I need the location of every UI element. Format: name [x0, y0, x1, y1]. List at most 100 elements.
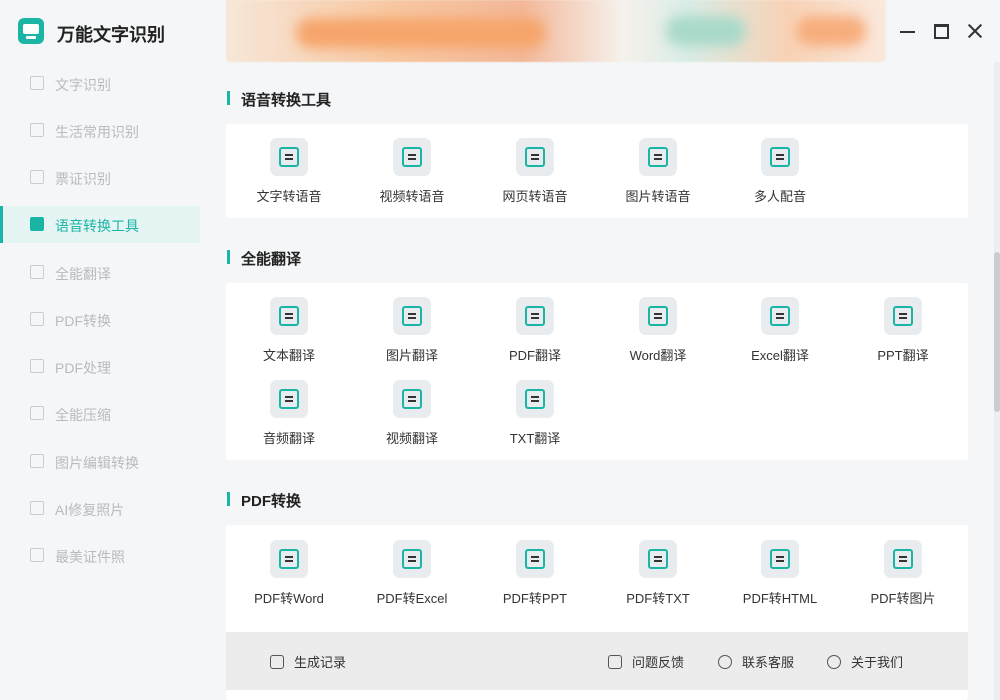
- scrollbar-thumb[interactable]: [994, 252, 1000, 412]
- voice-tools-card: 文字转语音 视频转语音 网页转语音 图片转语音 多人配音: [226, 124, 968, 218]
- maximize-icon[interactable]: [930, 20, 952, 42]
- text-scan-icon: [30, 76, 44, 90]
- audio-translate-icon: [270, 380, 308, 418]
- tool-multi-voice[interactable]: 多人配音: [725, 138, 835, 205]
- tool-label: PDF转PPT: [502, 591, 568, 606]
- video-to-speech-icon: [393, 138, 431, 176]
- web-to-speech-icon: [516, 138, 554, 176]
- ppt-translate-icon: [884, 297, 922, 335]
- sidebar-item-compress[interactable]: 全能压缩: [0, 395, 200, 432]
- info-icon: [827, 655, 841, 669]
- history-label: 生成记录: [294, 655, 347, 670]
- tool-label: Word翻译: [629, 348, 687, 363]
- tool-pdf-to-excel[interactable]: PDF转Excel: [357, 540, 467, 607]
- tool-label: PDF转TXT: [626, 591, 690, 606]
- tool-label: PDF翻译: [508, 348, 561, 363]
- word-translate-icon: [639, 297, 677, 335]
- tool-label: 文本翻译: [262, 348, 315, 363]
- sidebar-item-translate[interactable]: 全能翻译: [0, 254, 200, 291]
- tool-label: 视频转语音: [379, 189, 445, 204]
- tool-txt-translate[interactable]: TXT翻译: [480, 380, 590, 447]
- about-label: 关于我们: [851, 655, 904, 670]
- sidebar-item-voice-tools[interactable]: 语音转换工具: [0, 206, 200, 243]
- tool-excel-translate[interactable]: Excel翻译: [725, 297, 835, 364]
- tool-ppt-translate[interactable]: PPT翻译: [848, 297, 958, 364]
- sidebar-item-label: 最美证件照: [55, 549, 125, 565]
- sidebar-item-label: 文字识别: [55, 77, 111, 93]
- image-translate-icon: [393, 297, 431, 335]
- tool-label: 视频翻译: [385, 431, 438, 446]
- sidebar-item-label: 票证识别: [55, 171, 111, 187]
- tool-label: PDF转图片: [870, 591, 936, 606]
- tool-image-to-speech[interactable]: 图片转语音: [603, 138, 713, 205]
- sidebar-item-label: 语音转换工具: [55, 218, 139, 234]
- pdf-to-word-icon: [270, 540, 308, 578]
- tool-pdf-to-word[interactable]: PDF转Word: [234, 540, 344, 607]
- pdf-to-ppt-icon: [516, 540, 554, 578]
- pdf-convert-icon: [30, 312, 44, 326]
- sidebar-item-ticket-ocr[interactable]: 票证识别: [0, 159, 200, 196]
- footer-bar: 生成记录 问题反馈 联系客服 关于我们: [226, 632, 968, 690]
- promo-banner[interactable]: [226, 0, 886, 62]
- tool-label: 图片转语音: [625, 189, 691, 204]
- app-title: 万能文字识别: [57, 25, 165, 45]
- scrollbar-track[interactable]: [994, 62, 1000, 700]
- tool-label: 多人配音: [753, 189, 806, 204]
- history-button[interactable]: 生成记录: [270, 652, 346, 671]
- ticket-scan-icon: [30, 170, 44, 184]
- sidebar-item-label: 图片编辑转换: [55, 455, 139, 471]
- txt-translate-icon: [516, 380, 554, 418]
- sidebar-item-label: 生活常用识别: [55, 124, 139, 140]
- voice-convert-icon: [30, 217, 44, 231]
- section-title-translate: 全能翻译: [227, 248, 301, 269]
- tool-web-to-speech[interactable]: 网页转语音: [480, 138, 590, 205]
- sidebar-item-pdf-process[interactable]: PDF处理: [0, 348, 200, 385]
- section-title-pdf-convert: PDF转换: [227, 490, 301, 511]
- chat-icon: [718, 655, 732, 669]
- tool-pdf-to-txt[interactable]: PDF转TXT: [603, 540, 713, 607]
- tool-word-translate[interactable]: Word翻译: [603, 297, 713, 364]
- minimize-icon[interactable]: [896, 20, 918, 42]
- sidebar-item-text-ocr[interactable]: 文字识别: [0, 65, 200, 102]
- feedback-button[interactable]: 问题反馈: [608, 652, 684, 671]
- sidebar-item-ai-repair[interactable]: AI修复照片: [0, 490, 200, 527]
- close-icon[interactable]: [964, 20, 986, 42]
- tool-label: PDF转Word: [254, 591, 324, 606]
- tool-pdf-to-html[interactable]: PDF转HTML: [725, 540, 835, 607]
- sidebar-item-label: 全能翻译: [55, 266, 111, 282]
- tool-text-to-speech[interactable]: 文字转语音: [234, 138, 344, 205]
- tool-pdf-to-image[interactable]: PDF转图片: [848, 540, 958, 607]
- sidebar-item-image-edit[interactable]: 图片编辑转换: [0, 443, 200, 480]
- tool-text-translate[interactable]: 文本翻译: [234, 297, 344, 364]
- tool-audio-translate[interactable]: 音频翻译: [234, 380, 344, 447]
- tool-pdf-translate[interactable]: PDF翻译: [480, 297, 590, 364]
- tool-label: PDF转Excel: [376, 591, 448, 606]
- ai-repair-icon: [30, 501, 44, 515]
- app-logo-icon: [18, 18, 44, 44]
- pdf-to-html-icon: [761, 540, 799, 578]
- about-button[interactable]: 关于我们: [827, 652, 903, 671]
- text-to-speech-icon: [270, 138, 308, 176]
- sidebar-item-life-ocr[interactable]: 生活常用识别: [0, 112, 200, 149]
- main-content: 语音转换工具 文字转语音 视频转语音 网页转语音 图片转语音 多人配音 全能翻译…: [200, 0, 1000, 700]
- tool-video-translate[interactable]: 视频翻译: [357, 380, 467, 447]
- tool-label: PDF转HTML: [742, 591, 818, 606]
- tool-label: PPT翻译: [877, 348, 929, 363]
- pdf-to-image-icon: [884, 540, 922, 578]
- section-title-voice-tools: 语音转换工具: [227, 89, 331, 110]
- sidebar-item-pdf-convert[interactable]: PDF转换: [0, 301, 200, 338]
- image-edit-icon: [30, 454, 44, 468]
- tool-video-to-speech[interactable]: 视频转语音: [357, 138, 467, 205]
- translate-card: 文本翻译 图片翻译 PDF翻译 Word翻译 Excel翻译 PPT翻译 音频翻…: [226, 283, 968, 460]
- tool-label: 网页转语音: [502, 189, 568, 204]
- pdf-to-excel-icon: [393, 540, 431, 578]
- translate-icon: [30, 265, 44, 279]
- sidebar-item-id-photo[interactable]: 最美证件照: [0, 537, 200, 574]
- tool-pdf-to-ppt[interactable]: PDF转PPT: [480, 540, 590, 607]
- tool-image-translate[interactable]: 图片翻译: [357, 297, 467, 364]
- tool-label: 图片翻译: [385, 348, 438, 363]
- support-button[interactable]: 联系客服: [718, 652, 794, 671]
- video-translate-icon: [393, 380, 431, 418]
- support-label: 联系客服: [742, 655, 795, 670]
- sidebar-item-label: PDF处理: [55, 360, 111, 376]
